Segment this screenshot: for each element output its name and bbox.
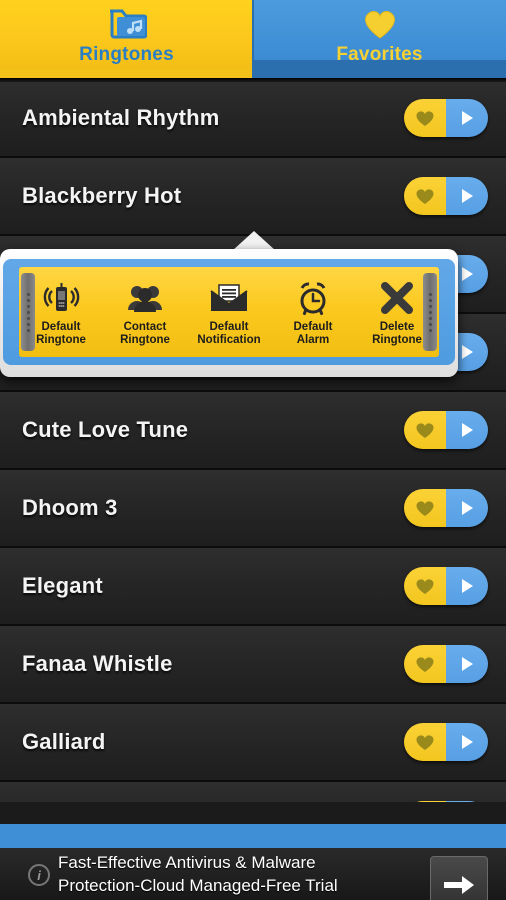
row-actions[interactable] xyxy=(404,645,488,683)
play-icon[interactable] xyxy=(446,489,488,527)
menu-item-label: Default Notification xyxy=(197,321,260,346)
heart-icon[interactable] xyxy=(404,489,446,527)
close-x-icon xyxy=(378,278,416,318)
menu-label-line2: Ringtone xyxy=(120,333,170,346)
row-actions[interactable] xyxy=(404,489,488,527)
table-row[interactable] xyxy=(0,782,506,802)
row-actions[interactable] xyxy=(404,177,488,215)
popup-grip-left-icon[interactable] xyxy=(21,273,35,351)
menu-label-line1: Default xyxy=(209,321,249,333)
row-actions[interactable] xyxy=(404,801,488,802)
popup-content: Default Ringtone Contact Ringtone Defaul… xyxy=(19,267,439,357)
menu-label-line2: Ringtone xyxy=(372,333,422,346)
table-row[interactable]: Dhoom 3 xyxy=(0,470,506,548)
play-icon[interactable] xyxy=(446,723,488,761)
menu-item-contact-ringtone[interactable]: Contact Ringtone xyxy=(103,278,187,346)
tab-divider xyxy=(252,0,254,78)
play-icon[interactable] xyxy=(446,567,488,605)
alarm-clock-icon xyxy=(293,278,333,318)
popup-grip-right-icon[interactable] xyxy=(423,273,437,351)
popup-blue-frame: Default Ringtone Contact Ringtone Defaul… xyxy=(3,259,455,365)
menu-item-default-notification[interactable]: Default Notification xyxy=(187,278,271,346)
table-row[interactable]: Blackberry Hot xyxy=(0,158,506,236)
tab-ringtones-label: Ringtones xyxy=(79,44,174,65)
ad-text: Fast-Effective Antivirus & Malware Prote… xyxy=(58,851,338,897)
menu-label-line2: Notification xyxy=(197,333,261,346)
heart-icon[interactable] xyxy=(404,99,446,137)
table-row[interactable]: Cute Love Tune xyxy=(0,392,506,470)
play-icon[interactable] xyxy=(446,645,488,683)
envelope-icon xyxy=(208,278,250,318)
menu-label-line1: Default xyxy=(41,321,81,333)
menu-label-line1: Contact xyxy=(123,321,167,333)
heart-icon[interactable] xyxy=(404,411,446,449)
row-actions[interactable] xyxy=(404,567,488,605)
heart-icon[interactable] xyxy=(404,801,446,802)
ad-text-line1: Fast-Effective Antivirus & Malware xyxy=(58,853,316,872)
menu-label-line1: Delete xyxy=(379,321,415,333)
popup-pointer-icon xyxy=(232,231,276,251)
row-title: Galliard xyxy=(22,729,106,754)
music-folder-icon xyxy=(107,2,147,44)
menu-label-line1: Default xyxy=(293,321,333,333)
menu-item-label: Default Ringtone xyxy=(36,321,86,346)
tab-ringtones[interactable]: Ringtones xyxy=(0,0,253,78)
info-icon[interactable]: i xyxy=(28,864,50,886)
contacts-icon xyxy=(125,278,165,318)
app-screen: Ringtones Favorites Ambiental Rhythm Bla… xyxy=(0,0,506,900)
heart-icon[interactable] xyxy=(404,567,446,605)
play-icon[interactable] xyxy=(446,801,488,802)
menu-item-label: Default Alarm xyxy=(294,321,333,346)
heart-icon[interactable] xyxy=(404,177,446,215)
row-title: Fanaa Whistle xyxy=(22,651,173,676)
heart-icon xyxy=(361,2,399,44)
menu-label-line2: Alarm xyxy=(296,333,330,346)
arrow-right-icon[interactable] xyxy=(430,856,488,900)
row-title: Elegant xyxy=(22,573,103,598)
table-row[interactable]: Galliard xyxy=(0,704,506,782)
menu-label-line2: Ringtone xyxy=(36,333,86,346)
play-icon[interactable] xyxy=(446,177,488,215)
tab-favorites-label: Favorites xyxy=(336,44,423,65)
table-row[interactable]: Ambiental Rhythm xyxy=(0,80,506,158)
tab-bar-shadow xyxy=(0,78,506,82)
menu-item-default-alarm[interactable]: Default Alarm xyxy=(271,278,355,346)
play-icon[interactable] xyxy=(446,411,488,449)
ad-text-line2: Protection-Cloud Managed-Free Trial xyxy=(58,876,338,895)
bottom-blue-bar xyxy=(0,824,506,848)
ringtone-list[interactable]: Ambiental Rhythm Blackberry Hot Cute Lov… xyxy=(0,80,506,802)
row-actions[interactable] xyxy=(404,723,488,761)
ad-banner[interactable]: i Fast-Effective Antivirus & Malware Pro… xyxy=(0,848,506,900)
table-row[interactable]: Elegant xyxy=(0,548,506,626)
row-title: Ambiental Rhythm xyxy=(22,105,220,130)
row-actions[interactable] xyxy=(404,411,488,449)
heart-icon[interactable] xyxy=(404,645,446,683)
menu-item-label: Contact Ringtone xyxy=(120,321,170,346)
table-row[interactable]: Fanaa Whistle xyxy=(0,626,506,704)
row-actions[interactable] xyxy=(404,99,488,137)
row-title: Blackberry Hot xyxy=(22,183,182,208)
menu-item-label: Delete Ringtone xyxy=(372,321,422,346)
row-title: Dhoom 3 xyxy=(22,495,118,520)
heart-icon[interactable] xyxy=(404,723,446,761)
popup-frame: Default Ringtone Contact Ringtone Defaul… xyxy=(0,249,458,377)
row-title: Cute Love Tune xyxy=(22,417,189,442)
play-icon[interactable] xyxy=(446,99,488,137)
tab-bar: Ringtones Favorites xyxy=(0,0,506,78)
ringing-phone-icon xyxy=(41,278,81,318)
tab-favorites[interactable]: Favorites xyxy=(253,0,506,78)
